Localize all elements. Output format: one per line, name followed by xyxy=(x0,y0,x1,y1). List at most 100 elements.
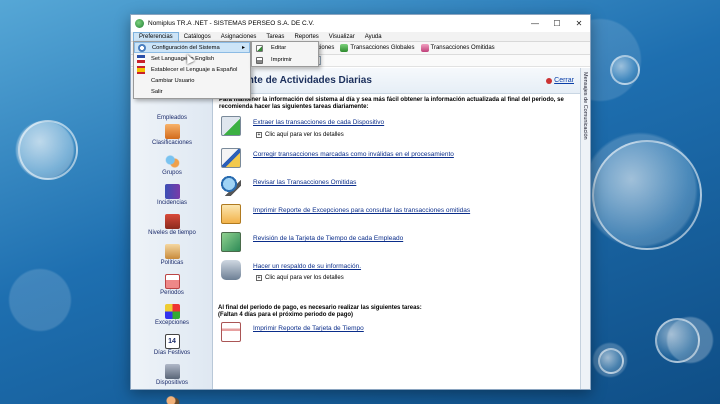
calendar-icon xyxy=(164,274,180,289)
expand-icon: + xyxy=(256,275,262,281)
submenu-item-label: Imprimir xyxy=(271,57,292,63)
warning-icon xyxy=(221,204,241,224)
sidebar-item-label: Incidencias xyxy=(156,200,188,206)
global-transactions-icon xyxy=(340,44,349,52)
omitted-transactions-icon xyxy=(420,44,429,52)
close-button[interactable]: ✕ xyxy=(568,15,590,32)
menu-catalogos[interactable]: Catálogos xyxy=(179,32,216,42)
task-print-exceptions: Imprimir Reporte de Excepciones para con… xyxy=(221,204,470,224)
toolbar-button-label: Transacciones Omitidas xyxy=(430,45,495,51)
end-of-period-line: Al final del periodo de pago, es necesar… xyxy=(218,305,422,311)
sidebar-item-label: Dispositivos xyxy=(155,380,188,386)
sidebar-item-more[interactable] xyxy=(131,394,213,404)
timecard-icon xyxy=(221,232,241,252)
sidebar-item-grupos[interactable]: Grupos xyxy=(131,154,213,176)
sidebar-item-label: Días Festivos xyxy=(153,350,191,356)
menu-item-configuracion-sistema[interactable]: Configuración del Sistema ▸ xyxy=(134,42,250,53)
bubble-decoration xyxy=(592,140,702,250)
transacciones-globales-button[interactable]: Transacciones Globales xyxy=(340,44,415,52)
menu-tareas[interactable]: Tareas xyxy=(261,32,289,42)
edit-icon xyxy=(256,44,263,52)
bubble-decoration xyxy=(655,318,700,363)
sidebar: Empleados Clasificaciones Grupos Inciden… xyxy=(131,68,213,404)
days-remaining-line: (Faltan 4 días para el próximo periodo d… xyxy=(218,312,354,318)
holiday-calendar-icon: 14 xyxy=(164,334,180,349)
groups-icon xyxy=(164,154,180,169)
toolbar-button-label: Transacciones Globales xyxy=(350,45,415,51)
sidebar-item-clasificaciones[interactable]: Clasificaciones xyxy=(131,124,213,146)
chevron-right-icon: ▸ xyxy=(241,45,245,51)
sidebar-item-excepciones[interactable]: Excepciones xyxy=(131,304,213,326)
title-bar: Nomiplus TR.A .NET - SISTEMAS PERSEO S.A… xyxy=(131,15,590,32)
menu-item-salir[interactable]: Salir xyxy=(134,86,250,97)
exceptions-icon xyxy=(164,304,180,319)
sidebar-item-label: Niveles de tiempo xyxy=(148,230,196,236)
sidebar-item-label: Periodos xyxy=(160,290,184,296)
transacciones-omitidas-button[interactable]: Transacciones Omitidas xyxy=(420,44,495,52)
messages-tab-label: Mensajes de Comunicación xyxy=(582,72,588,140)
menu-item-label: Configuración del Sistema xyxy=(152,44,220,51)
end-of-period-note: Al final del periodo de pago, es necesar… xyxy=(218,305,422,319)
messages-side-tab[interactable]: Mensajes de Comunicación xyxy=(580,68,590,389)
sidebar-item-dispositivos[interactable]: Dispositivos xyxy=(131,364,213,386)
download-device-icon xyxy=(221,116,241,136)
task-print-timecard: Imprimir Reporte de Tarjeta de Tiempo xyxy=(221,322,364,342)
menu-item-label: Cambiar Usuario xyxy=(151,77,195,84)
bubble-decoration xyxy=(598,348,624,374)
menu-reportes[interactable]: Reportes xyxy=(289,32,323,42)
classifications-icon xyxy=(164,124,180,139)
menu-asignaciones[interactable]: Asignaciones xyxy=(216,32,262,42)
incidents-icon xyxy=(164,184,180,199)
sidebar-item-label: Grupos xyxy=(162,170,182,176)
sidebar-item-periodos[interactable]: Periodos xyxy=(131,274,213,296)
sidebar-item-label: Empleados xyxy=(156,115,188,121)
maximize-button[interactable]: ☐ xyxy=(546,15,568,32)
bubble-decoration xyxy=(610,55,640,85)
sidebar-item-dias-festivos[interactable]: 14 Días Festivos xyxy=(131,334,213,356)
app-logo-icon xyxy=(135,19,144,28)
sidebar-item-label: Políticas xyxy=(160,260,184,266)
edit-pencil-icon xyxy=(221,148,241,168)
submenu-item-editar[interactable]: Editar xyxy=(252,42,318,54)
intro-text: Para mantener la información del sistema… xyxy=(219,97,564,110)
menu-ayuda[interactable]: Ayuda xyxy=(360,32,387,42)
menu-item-label: Establecer el Lenguaje a Español xyxy=(151,66,238,73)
task-link[interactable]: Imprimir Reporte de Tarjeta de Tiempo xyxy=(253,325,364,332)
task-correct-invalid: Corregir transacciones marcadas como inv… xyxy=(221,148,454,168)
task-review-omitted: Revisar las Transacciones Omitidas xyxy=(221,176,356,196)
menu-item-label: Set Language to English xyxy=(151,55,215,62)
sidebar-item-incidencias[interactable]: Incidencias xyxy=(131,184,213,206)
menu-item-label: Salir xyxy=(151,88,163,95)
bubble-decoration xyxy=(18,120,78,180)
close-panel-link[interactable]: Cerrar xyxy=(546,77,574,84)
task-link[interactable]: Revisar las Transacciones Omitidas xyxy=(253,179,356,186)
menu-item-cambiar-usuario[interactable]: Cambiar Usuario xyxy=(134,75,250,86)
report-icon xyxy=(221,322,241,342)
people-icon xyxy=(164,394,180,404)
minimize-button[interactable]: — xyxy=(524,15,546,32)
task-link[interactable]: Hacer un respaldo de su información. xyxy=(253,263,361,270)
sidebar-item-niveles-de-tiempo[interactable]: Niveles de tiempo xyxy=(131,214,213,236)
task-link[interactable]: Extraer las transacciones de cada Dispos… xyxy=(253,119,384,126)
configuracion-submenu: Editar Imprimir xyxy=(251,41,319,67)
task-link[interactable]: Corregir transacciones marcadas como inv… xyxy=(253,151,454,158)
sidebar-item-politicas[interactable]: Políticas xyxy=(131,244,213,266)
time-levels-icon xyxy=(164,214,180,229)
details-toggle[interactable]: + Clic aquí para ver los detalles xyxy=(256,275,344,281)
menu-preferencias[interactable]: Preferencias xyxy=(133,31,179,42)
database-lock-icon xyxy=(221,260,241,280)
panel-header: sistente de Actividades Diarias Cerrar xyxy=(213,68,580,94)
magnifier-icon xyxy=(221,176,241,196)
details-toggle[interactable]: + Clic aquí para ver los detalles xyxy=(256,132,344,138)
submenu-item-imprimir[interactable]: Imprimir xyxy=(252,54,318,66)
expand-icon: + xyxy=(256,132,262,138)
menu-item-lenguaje-espanol[interactable]: Establecer el Lenguaje a Español xyxy=(134,64,250,75)
devices-icon xyxy=(164,364,180,379)
task-link[interactable]: Imprimir Reporte de Excepciones para con… xyxy=(253,207,470,214)
task-review-timecard: Revisión de la Tarjeta de Tiempo de cada… xyxy=(221,232,403,252)
sidebar-item-empleados[interactable]: Empleados xyxy=(131,115,213,121)
close-icon xyxy=(546,77,553,84)
menu-visualizar[interactable]: Visualizar xyxy=(324,32,360,42)
close-panel-label: Cerrar xyxy=(554,77,574,84)
task-link[interactable]: Revisión de la Tarjeta de Tiempo de cada… xyxy=(253,235,403,242)
